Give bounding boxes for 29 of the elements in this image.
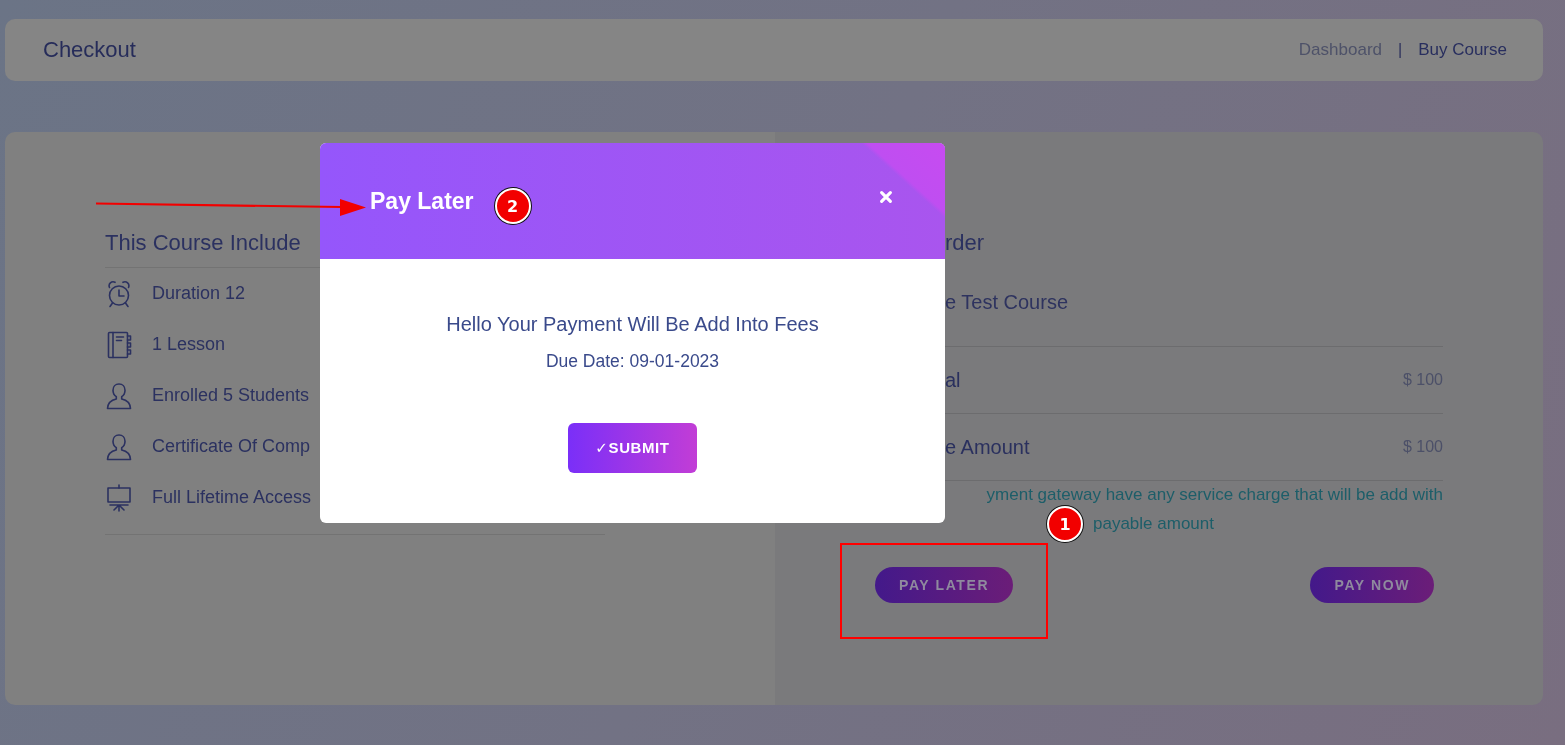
feature-label: Enrolled 5 Students xyxy=(152,385,310,406)
page-title: Checkout xyxy=(43,37,136,63)
feature-label: Duration 12 xyxy=(152,283,246,304)
alarm-clock-icon xyxy=(106,279,132,308)
service-charge-note: payable amount xyxy=(1093,514,1214,534)
person-icon xyxy=(106,432,132,461)
breadcrumb-separator: | xyxy=(1398,41,1403,59)
annotation-marker: 1 xyxy=(1047,506,1083,542)
pay-now-button[interactable]: PAY NOW xyxy=(1310,567,1434,603)
section-heading: This Course Include xyxy=(105,230,301,255)
close-icon[interactable] xyxy=(879,190,893,204)
summary-label: al xyxy=(945,368,961,392)
pay-later-button[interactable]: PAY LATER xyxy=(875,567,1014,603)
easel-board-icon xyxy=(106,483,132,512)
annotation-marker: 2 xyxy=(494,188,531,224)
due-date-text: Due Date: 09-01-2023 xyxy=(545,351,720,371)
feature-label: Full Lifetime Access xyxy=(152,487,312,508)
feature-label: 1 Lesson xyxy=(152,334,226,355)
feature-label: Certificate Of Comp xyxy=(152,436,311,457)
breadcrumb-link[interactable]: Buy Course xyxy=(1418,40,1507,60)
section-heading: rder xyxy=(945,230,985,255)
dialog-title: Pay Later xyxy=(370,187,474,215)
notebook-icon xyxy=(106,330,132,359)
submit-button[interactable]: ✓SUBMIT xyxy=(568,423,697,473)
summary-label: e Amount xyxy=(945,435,1030,459)
course-name: e Test Course xyxy=(945,291,1069,313)
person-icon xyxy=(106,381,132,410)
service-charge-note: yment gateway have any service charge that will be add with xyxy=(986,485,1443,505)
dialog-message: Hello Your Payment Will Be Add Into Fees xyxy=(446,313,819,335)
